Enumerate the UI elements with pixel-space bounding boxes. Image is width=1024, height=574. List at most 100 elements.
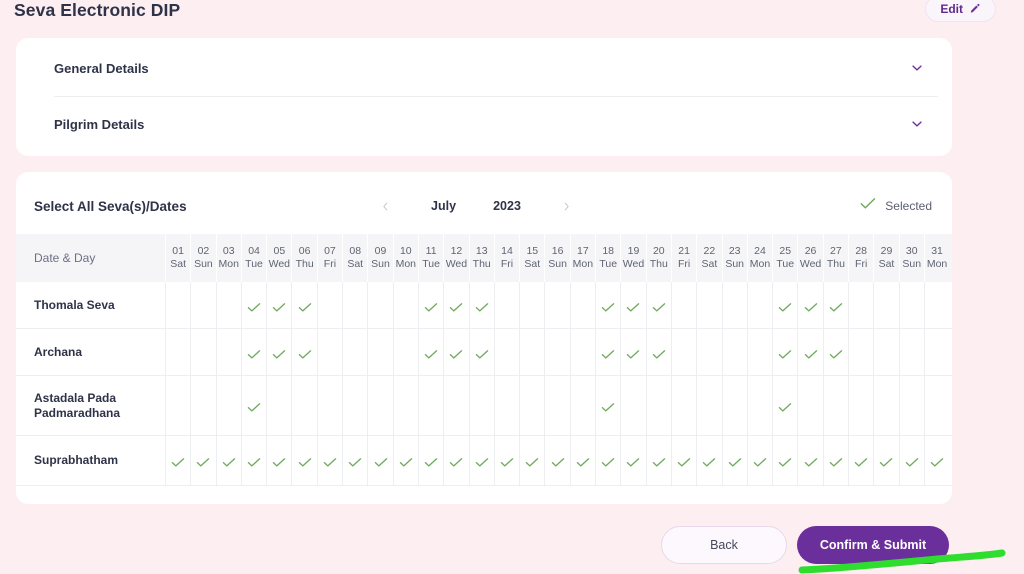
date-header-cell[interactable]: 09 Sun — [367, 234, 392, 282]
seva-date-cell[interactable] — [266, 376, 291, 435]
seva-date-cell[interactable] — [443, 376, 468, 435]
confirm-submit-button[interactable]: Confirm & Submit — [797, 526, 949, 564]
date-header-cell[interactable]: 16 Sun — [544, 234, 569, 282]
seva-date-cell[interactable] — [746, 282, 772, 328]
seva-date-cell[interactable] — [797, 282, 822, 328]
seva-date-cell[interactable] — [696, 436, 721, 485]
seva-date-cell[interactable] — [215, 329, 241, 375]
seva-date-cell[interactable] — [746, 376, 772, 435]
seva-date-cell[interactable] — [569, 282, 595, 328]
date-header-cell[interactable]: 19 Wed — [620, 234, 645, 282]
seva-date-cell[interactable] — [544, 376, 569, 435]
seva-date-cell[interactable] — [417, 376, 443, 435]
seva-date-cell[interactable] — [519, 282, 544, 328]
seva-date-cell[interactable] — [190, 329, 215, 375]
seva-date-cell[interactable] — [392, 376, 418, 435]
chevron-left-icon[interactable] — [376, 195, 394, 217]
seva-date-cell[interactable] — [392, 329, 418, 375]
date-header-cell[interactable]: 11 Tue — [417, 234, 443, 282]
seva-date-cell[interactable] — [670, 329, 696, 375]
date-header-cell[interactable]: 27 Thu — [822, 234, 848, 282]
seva-date-cell[interactable] — [620, 329, 645, 375]
seva-date-cell[interactable] — [266, 282, 291, 328]
seva-date-cell[interactable] — [291, 436, 316, 485]
seva-date-cell[interactable] — [721, 376, 747, 435]
date-header-cell[interactable]: 07 Fri — [316, 234, 342, 282]
seva-date-cell[interactable] — [848, 329, 873, 375]
seva-date-cell[interactable] — [772, 329, 797, 375]
seva-date-cell[interactable] — [595, 436, 620, 485]
seva-date-cell[interactable] — [316, 329, 342, 375]
date-header-cell[interactable]: 28 Fri — [848, 234, 873, 282]
seva-date-cell[interactable] — [493, 436, 519, 485]
seva-date-cell[interactable] — [468, 376, 494, 435]
seva-date-cell[interactable] — [696, 329, 721, 375]
seva-date-cell[interactable] — [417, 329, 443, 375]
seva-date-cell[interactable] — [544, 329, 569, 375]
seva-date-cell[interactable] — [316, 376, 342, 435]
date-header-cell[interactable]: 03 Mon — [215, 234, 241, 282]
date-header-cell[interactable]: 23 Sun — [721, 234, 747, 282]
seva-date-cell[interactable] — [190, 376, 215, 435]
seva-date-cell[interactable] — [342, 436, 367, 485]
seva-date-cell[interactable] — [215, 436, 241, 485]
date-header-cell[interactable]: 02 Sun — [190, 234, 215, 282]
seva-date-cell[interactable] — [772, 436, 797, 485]
seva-date-cell[interactable] — [165, 282, 190, 328]
date-header-cell[interactable]: 15 Sat — [519, 234, 544, 282]
edit-button[interactable]: Edit — [925, 0, 996, 22]
seva-date-cell[interactable] — [367, 282, 392, 328]
seva-date-cell[interactable] — [595, 282, 620, 328]
seva-date-cell[interactable] — [595, 376, 620, 435]
date-header-cell[interactable]: 04 Tue — [240, 234, 266, 282]
seva-date-cell[interactable] — [898, 436, 924, 485]
seva-date-cell[interactable] — [822, 329, 848, 375]
seva-date-cell[interactable] — [645, 376, 671, 435]
seva-date-cell[interactable] — [468, 329, 494, 375]
seva-date-cell[interactable] — [721, 282, 747, 328]
date-header-cell[interactable]: 10 Mon — [392, 234, 418, 282]
seva-date-cell[interactable] — [645, 436, 671, 485]
seva-date-cell[interactable] — [165, 376, 190, 435]
seva-date-cell[interactable] — [696, 376, 721, 435]
seva-date-cell[interactable] — [266, 436, 291, 485]
date-header-cell[interactable]: 01 Sat — [165, 234, 190, 282]
seva-date-cell[interactable] — [519, 376, 544, 435]
seva-date-cell[interactable] — [468, 436, 494, 485]
seva-date-cell[interactable] — [721, 436, 747, 485]
seva-date-cell[interactable] — [923, 436, 949, 485]
seva-date-cell[interactable] — [620, 436, 645, 485]
seva-date-cell[interactable] — [797, 329, 822, 375]
seva-date-cell[interactable] — [165, 436, 190, 485]
date-header-cell[interactable]: 05 Wed — [266, 234, 291, 282]
seva-date-cell[interactable] — [923, 282, 949, 328]
seva-date-cell[interactable] — [569, 436, 595, 485]
seva-date-cell[interactable] — [493, 329, 519, 375]
seva-date-cell[interactable] — [215, 376, 241, 435]
seva-date-cell[interactable] — [873, 436, 898, 485]
seva-date-cell[interactable] — [291, 329, 316, 375]
accordion-general-details[interactable]: General Details — [38, 39, 930, 97]
date-header-cell[interactable]: 30 Sun — [898, 234, 924, 282]
seva-date-cell[interactable] — [342, 282, 367, 328]
seva-date-cell[interactable] — [772, 376, 797, 435]
seva-date-cell[interactable] — [620, 282, 645, 328]
chevron-down-icon[interactable] — [904, 111, 930, 137]
date-header-cell[interactable]: 12 Wed — [443, 234, 468, 282]
seva-date-cell[interactable] — [746, 436, 772, 485]
seva-date-cell[interactable] — [923, 376, 949, 435]
seva-date-cell[interactable] — [822, 376, 848, 435]
seva-date-cell[interactable] — [670, 376, 696, 435]
seva-date-cell[interactable] — [165, 329, 190, 375]
seva-date-cell[interactable] — [797, 376, 822, 435]
back-button[interactable]: Back — [661, 526, 787, 564]
date-header-cell[interactable]: 17 Mon — [569, 234, 595, 282]
seva-date-cell[interactable] — [670, 436, 696, 485]
seva-date-cell[interactable] — [519, 329, 544, 375]
seva-date-cell[interactable] — [468, 282, 494, 328]
seva-date-cell[interactable] — [240, 376, 266, 435]
date-header-cell[interactable]: 26 Wed — [797, 234, 822, 282]
chevron-right-icon[interactable] — [558, 195, 576, 217]
seva-date-cell[interactable] — [873, 282, 898, 328]
seva-date-cell[interactable] — [772, 282, 797, 328]
